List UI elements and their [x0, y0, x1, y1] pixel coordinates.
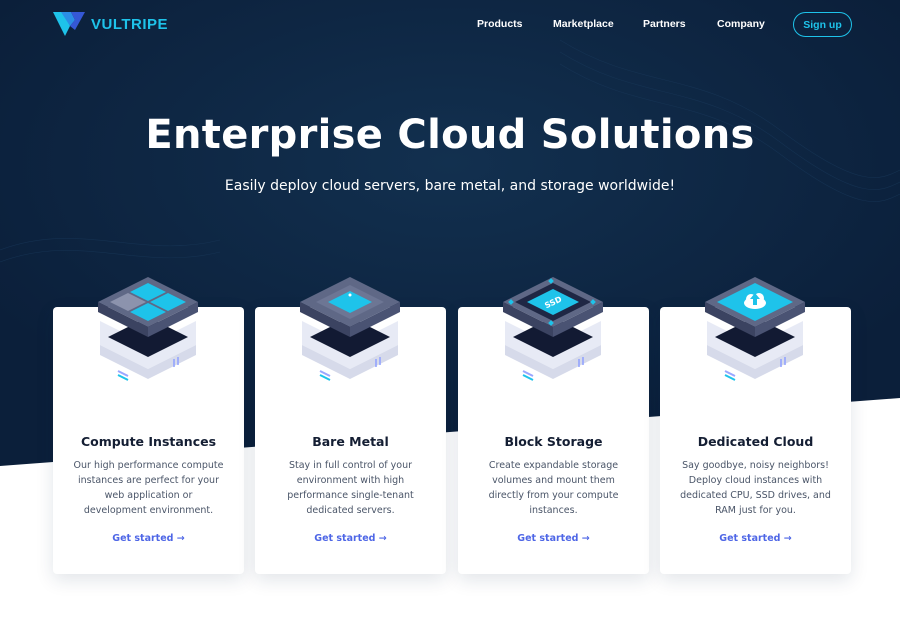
nav-company[interactable]: Company	[717, 18, 765, 30]
get-started-link[interactable]: Get started →	[255, 533, 446, 544]
top-navigation: VULTRIPE Products Marketplace Partners C…	[0, 0, 900, 50]
hero-title: Enterprise Cloud Solutions	[145, 112, 755, 158]
nav-partners[interactable]: Partners	[643, 18, 686, 30]
get-started-link[interactable]: Get started →	[53, 533, 244, 544]
brand-name: VULTRIPE	[91, 15, 169, 33]
ssd-storage-icon: SSD	[503, 277, 603, 381]
card-title: Block Storage	[504, 434, 603, 449]
brand-logo[interactable]: VULTRIPE	[53, 12, 168, 36]
nav-products[interactable]: Products	[477, 18, 523, 30]
card-description: Stay in full control of your environment…	[287, 460, 414, 516]
get-started-link[interactable]: Get started →	[458, 533, 649, 544]
card-dedicated-cloud[interactable]: Dedicated Cloud Say goodbye, noisy neigh…	[660, 277, 851, 574]
card-description: Our high performance compute instances a…	[73, 460, 224, 516]
hero-subtitle: Easily deploy cloud servers, bare metal,…	[224, 178, 676, 194]
card-title: Compute Instances	[80, 434, 217, 449]
nav-marketplace[interactable]: Marketplace	[553, 18, 614, 30]
card-compute-instances[interactable]: Compute Instances Our high performance c…	[53, 277, 244, 574]
vultripe-logo-icon	[53, 12, 85, 36]
card-title: Dedicated Cloud	[697, 434, 814, 449]
signup-button[interactable]: Sign up	[793, 12, 852, 37]
card-block-storage[interactable]: SSD Block Storage Create expandable stor…	[458, 277, 649, 574]
cloud-upload-icon	[705, 277, 805, 381]
card-title: Bare Metal	[312, 434, 389, 449]
bare-metal-chip-icon	[300, 277, 400, 381]
card-description: Say goodbye, noisy neighbors! Deploy clo…	[680, 460, 831, 516]
card-bare-metal[interactable]: Bare Metal Stay in full control of your …	[255, 277, 446, 574]
get-started-link[interactable]: Get started →	[660, 533, 851, 544]
compute-grid-icon	[98, 277, 198, 381]
card-description: Create expandable storage volumes and mo…	[488, 460, 619, 516]
